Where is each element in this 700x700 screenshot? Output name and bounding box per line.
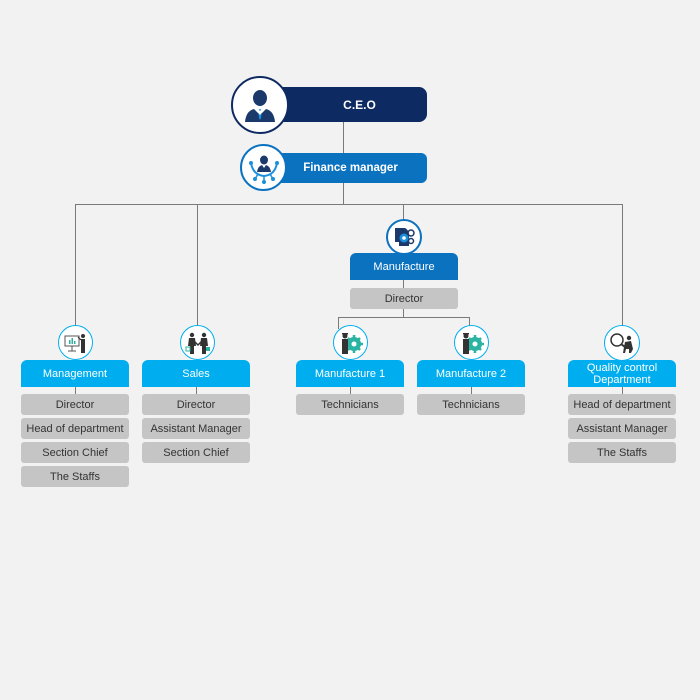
dept-manufacture-2-header[interactable]: Manufacture 2 <box>417 360 525 387</box>
connector-management-roles <box>75 387 76 394</box>
dept-management-header[interactable]: Management <box>21 360 129 387</box>
dept-manufacture-1-header[interactable]: Manufacture 1 <box>296 360 404 387</box>
manufacture-avatar <box>386 219 422 255</box>
network-manager-icon <box>248 155 279 184</box>
ceo-avatar <box>231 76 289 134</box>
sales-role: Director <box>142 394 250 415</box>
connector-manufacture-2-roles <box>471 387 472 394</box>
quality-role: Head of department <box>568 394 676 415</box>
connector-manufacture-1 <box>338 317 339 329</box>
gears-head-icon <box>395 228 415 246</box>
quality-avatar <box>604 325 640 361</box>
sales-avatar <box>180 325 215 360</box>
management-role: Section Chief <box>21 442 129 463</box>
manufacture-1-avatar <box>333 325 368 360</box>
dept-sales-header[interactable]: Sales <box>142 360 250 387</box>
finance-label: Finance manager <box>303 162 398 174</box>
sales-role: Assistant Manager <box>142 418 250 439</box>
finance-avatar <box>240 144 287 191</box>
quality-role: The Staffs <box>568 442 676 463</box>
manufacture-2-avatar <box>454 325 489 360</box>
connector-manufacture-1-roles <box>350 387 351 394</box>
connector-quality-roles <box>622 387 623 394</box>
connector-finance-bus <box>343 182 344 205</box>
handshake-icon <box>185 332 210 354</box>
manufacture-1-role: Technicians <box>296 394 404 415</box>
connector-main-bus <box>75 204 623 205</box>
sales-role: Section Chief <box>142 442 250 463</box>
manufacture-box[interactable]: Manufacture <box>350 253 458 280</box>
quality-role: Assistant Manager <box>568 418 676 439</box>
connector-management <box>75 204 76 326</box>
management-role: Head of department <box>21 418 129 439</box>
connector-sales-roles <box>196 387 197 394</box>
connector-manufacture-bus <box>338 317 470 318</box>
management-role: Director <box>21 394 129 415</box>
connector-manufacture <box>403 204 404 220</box>
finance-box[interactable]: Finance manager <box>266 153 427 183</box>
technician-gear-icon <box>462 332 484 354</box>
presentation-icon <box>64 333 85 353</box>
connector-sales <box>197 204 198 326</box>
businessman-icon <box>245 90 275 122</box>
manufacture-2-role: Technicians <box>417 394 525 415</box>
manufacture-role-director: Director <box>350 288 458 309</box>
dept-quality-header[interactable]: Quality control Department <box>568 360 676 387</box>
management-avatar <box>58 325 93 360</box>
connector-quality <box>622 204 623 326</box>
magnifier-inspector-icon <box>610 333 633 353</box>
ceo-label: C.E.O <box>343 97 376 112</box>
management-role: The Staffs <box>21 466 129 487</box>
manufacture-label: Manufacture <box>373 260 435 273</box>
connector-ceo-finance <box>343 121 344 154</box>
technician-gear-icon <box>341 332 363 354</box>
